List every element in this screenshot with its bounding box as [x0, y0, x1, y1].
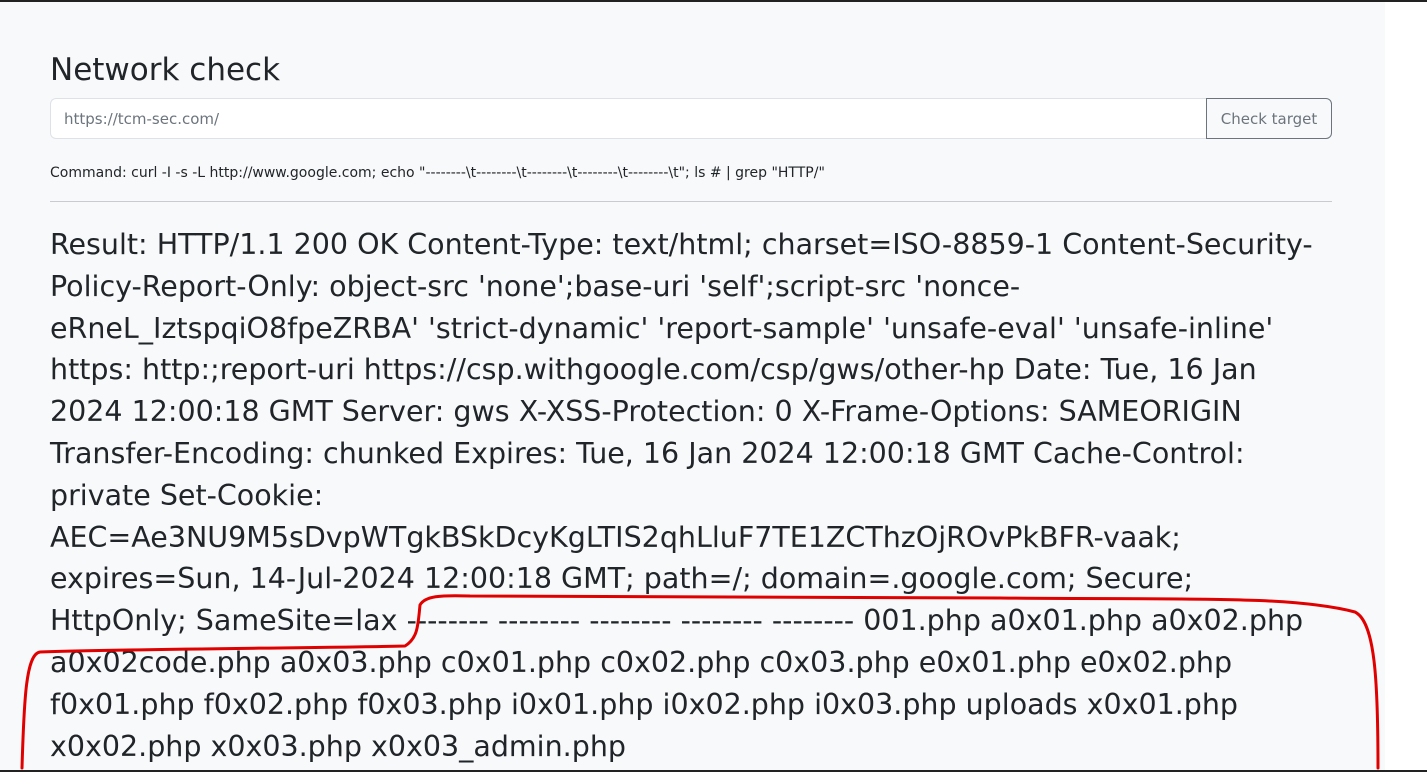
command-text: Command: curl -I -s -L http://www.google… — [50, 165, 825, 181]
target-url-input[interactable] — [50, 98, 1206, 139]
page-body: Network check Check target Command: curl… — [0, 2, 1385, 770]
page-title: Network check — [50, 52, 281, 88]
divider — [50, 201, 1332, 202]
result-text: Result: HTTP/1.1 200 OK Content-Type: te… — [50, 228, 1313, 763]
check-form: Check target — [50, 98, 1332, 139]
check-target-button[interactable]: Check target — [1206, 98, 1332, 139]
